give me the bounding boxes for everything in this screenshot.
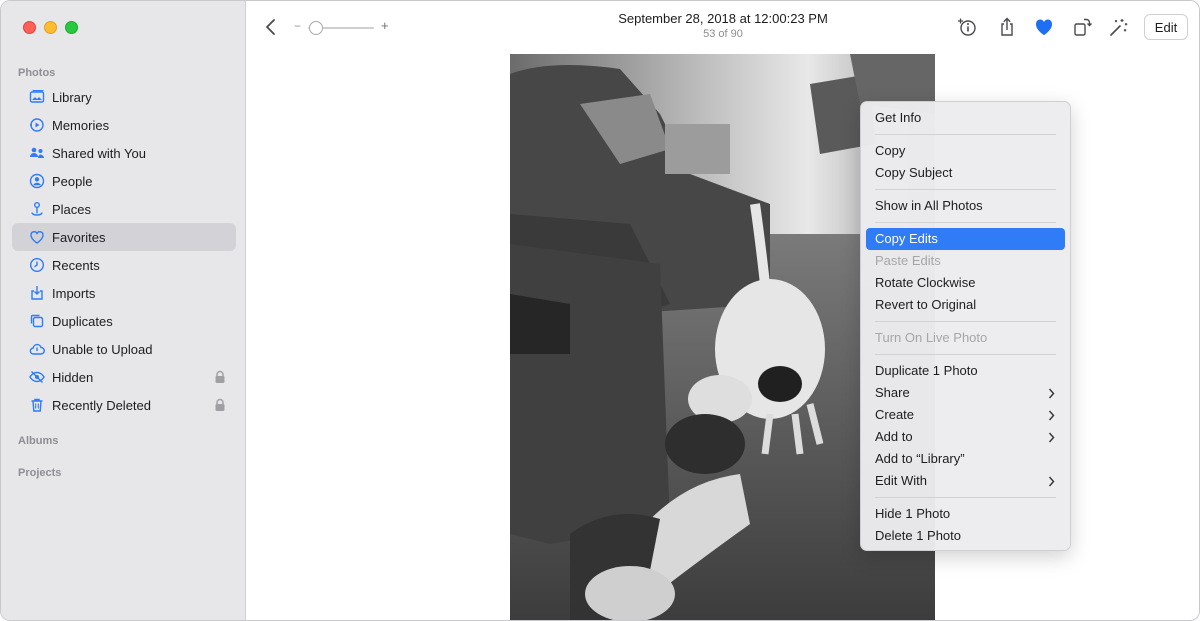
menu-item-turn-on-live-photo[interactable]: Turn On Live Photo [866,327,1065,349]
cloud-icon [28,340,46,358]
menu-item-paste-edits[interactable]: Paste Edits [866,250,1065,272]
sidebar: Photos Library Memories Shared with You [1,1,246,620]
sidebar-item-label: Recents [52,257,100,273]
sidebar-item-duplicates[interactable]: Duplicates [12,307,236,335]
menu-item-copy[interactable]: Copy [866,140,1065,162]
menu-item-delete[interactable]: Delete 1 Photo [866,525,1065,547]
menu-separator [875,354,1056,355]
menu-item-edit-with[interactable]: Edit With [866,470,1065,492]
trash-icon [28,396,46,414]
memories-icon [28,116,46,134]
sidebar-item-label: Memories [52,117,110,133]
context-menu: Get Info Copy Copy Subject Show in All P… [860,101,1071,551]
photo-date: September 28, 2018 at 12:00:23 PM [618,11,828,26]
menu-item-rotate-clockwise[interactable]: Rotate Clockwise [866,272,1065,294]
zoom-window-button[interactable] [65,21,78,34]
sidebar-item-label: Unable to Upload [52,341,153,357]
sidebar-item-imports[interactable]: Imports [12,279,236,307]
window-controls [23,21,78,34]
sidebar-item-library[interactable]: Library [12,83,236,111]
close-window-button[interactable] [23,21,36,34]
albums-section-title[interactable]: Albums [18,435,58,447]
chevron-right-icon [1048,476,1055,487]
projects-section-title[interactable]: Projects [18,467,61,479]
sidebar-item-label: Duplicates [52,313,113,329]
sidebar-item-recently-deleted[interactable]: Recently Deleted [12,391,236,419]
menu-item-create[interactable]: Create [866,404,1065,426]
photo-title: September 28, 2018 at 12:00:23 PM 53 of … [546,11,900,40]
menu-item-copy-edits[interactable]: Copy Edits [866,228,1065,250]
zoom-out-label: − [294,19,302,33]
back-chevron-icon[interactable] [263,17,279,37]
menu-item-label: Edit With [875,473,928,488]
sidebar-item-label: Favorites [52,229,106,245]
menu-separator [875,189,1056,190]
share-icon[interactable] [996,16,1018,38]
zoom-in-label: + [381,18,389,33]
places-icon [28,200,46,218]
sidebar-item-label: Recently Deleted [52,397,151,413]
favorite-heart-icon[interactable] [1033,16,1055,38]
menu-separator [875,321,1056,322]
sidebar-item-memories[interactable]: Memories [12,111,236,139]
chevron-right-icon [1048,410,1055,421]
sidebar-item-places[interactable]: Places [12,195,236,223]
sidebar-item-label: Library [52,89,92,105]
sidebar-item-label: People [52,173,93,189]
menu-item-label: Add to [875,429,913,444]
menu-item-label: Create [875,407,915,422]
menu-item-revert-to-original[interactable]: Revert to Original [866,294,1065,316]
eye-slash-icon [28,368,46,386]
sidebar-item-label: Hidden [52,369,94,385]
menu-item-show-in-all-photos[interactable]: Show in All Photos [866,195,1065,217]
menu-item-share[interactable]: Share [866,382,1065,404]
menu-item-duplicate[interactable]: Duplicate 1 Photo [866,360,1065,382]
sidebar-item-label: Imports [52,285,96,301]
magic-wand-icon[interactable] [1108,16,1130,38]
menu-item-hide[interactable]: Hide 1 Photo [866,503,1065,525]
photos-window: Photos Library Memories Shared with You [0,0,1200,621]
photos-section-title[interactable]: Photos [18,67,55,79]
menu-item-label: Share [875,385,910,400]
menu-separator [875,134,1056,135]
sidebar-item-label: Places [52,201,92,217]
rotate-icon[interactable] [1071,16,1093,38]
sidebar-nav: Library Memories Shared with You People [12,83,236,419]
chevron-right-icon [1048,388,1055,399]
menu-item-copy-subject[interactable]: Copy Subject [866,162,1065,184]
sidebar-item-unable-to-upload[interactable]: Unable to Upload [12,335,236,363]
shared-with-you-icon [28,144,46,162]
photo-position: 53 of 90 [703,28,743,40]
sidebar-item-shared-with-you[interactable]: Shared with You [12,139,236,167]
menu-separator [875,222,1056,223]
people-icon [28,172,46,190]
toolbar: − + September 28, 2018 at 12:00:23 PM 53… [246,1,1199,53]
chevron-right-icon [1048,432,1055,443]
imports-icon [28,284,46,302]
sidebar-item-recents[interactable]: Recents [12,251,236,279]
info-icon[interactable] [956,16,978,38]
edit-button[interactable]: Edit [1144,14,1188,40]
heart-icon [28,228,46,246]
library-icon [28,88,46,106]
menu-separator [875,497,1056,498]
menu-item-get-info[interactable]: Get Info [866,107,1065,129]
sidebar-item-label: Shared with You [52,145,146,161]
sidebar-item-favorites[interactable]: Favorites [12,223,236,251]
lock-icon [215,370,225,383]
duplicates-icon [28,312,46,330]
zoom-knob[interactable] [309,21,323,35]
sidebar-item-hidden[interactable]: Hidden [12,363,236,391]
menu-item-add-to[interactable]: Add to [866,426,1065,448]
minimize-window-button[interactable] [44,21,57,34]
lock-icon [215,398,225,411]
clock-icon [28,256,46,274]
zoom-slider[interactable]: − + [294,18,394,38]
sidebar-item-people[interactable]: People [12,167,236,195]
menu-item-add-to-library[interactable]: Add to “Library” [866,448,1065,470]
